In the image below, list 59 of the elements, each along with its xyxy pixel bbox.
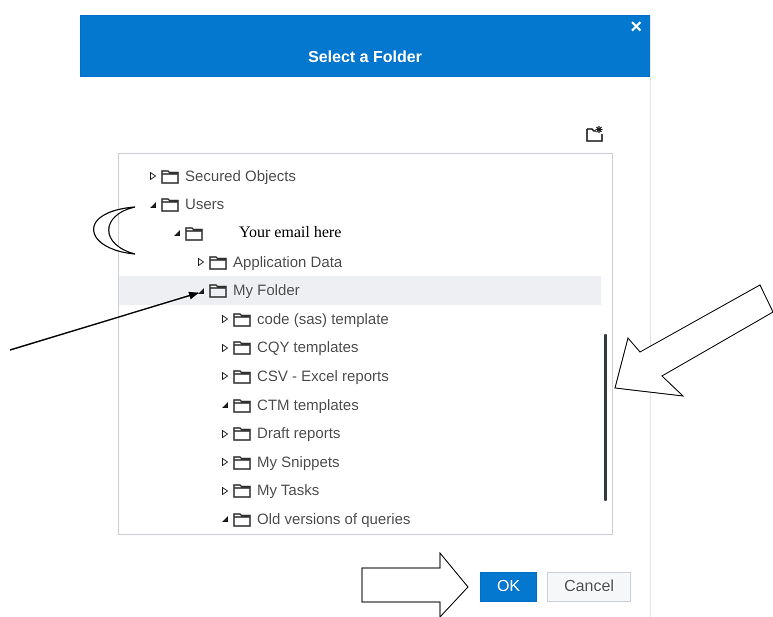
collapsed-triangle-icon[interactable] <box>197 258 205 266</box>
folder-name: CSV - Excel reports <box>257 368 389 385</box>
tree-row[interactable]: CTM templates <box>119 390 601 420</box>
tree-row[interactable]: CQY templates <box>119 334 601 362</box>
expanded-triangle-icon[interactable] <box>221 401 229 410</box>
tree-row[interactable]: code (sas) template <box>119 304 601 334</box>
tree-row[interactable]: My Tasks <box>119 476 601 506</box>
folder-name: My Tasks <box>257 482 320 500</box>
collapsed-triangle-icon[interactable] <box>221 430 229 438</box>
folder-icon <box>233 398 251 413</box>
ok-button[interactable]: OK <box>480 572 537 602</box>
expanded-triangle-icon[interactable] <box>173 229 181 238</box>
folder-icon <box>233 483 251 498</box>
dialog-title: Select a Folder <box>308 49 422 67</box>
folder-icon <box>209 283 227 298</box>
folder-name: code (sas) template <box>257 310 389 328</box>
crescent-drawing <box>93 206 136 255</box>
new-folder-icon[interactable] <box>586 125 604 143</box>
folder-icon <box>161 168 179 184</box>
folder-icon <box>233 340 251 356</box>
collapsed-triangle-icon[interactable] <box>221 315 229 324</box>
scrollbar[interactable] <box>604 334 607 501</box>
collapsed-triangle-icon[interactable] <box>149 172 157 180</box>
folder-icon <box>233 454 251 470</box>
tree-row[interactable]: Application Data <box>119 248 601 276</box>
folder-icon <box>233 426 251 442</box>
cancel-button[interactable]: Cancel <box>547 572 631 602</box>
tree-row[interactable]: My Snippets <box>119 448 601 477</box>
expanded-triangle-icon[interactable] <box>221 515 229 524</box>
close-button[interactable]: × <box>630 17 642 37</box>
folder-name: My Snippets <box>257 454 340 471</box>
folder-icon <box>185 226 203 241</box>
folder-icon <box>161 197 179 212</box>
tree-row[interactable]: CSV - Excel reports <box>119 362 601 391</box>
folder-icon <box>233 312 251 327</box>
folder-name: Your email here <box>239 224 342 242</box>
folder-name: Secured Objects <box>185 168 296 185</box>
tree-row[interactable]: Old versions of queries <box>119 505 601 534</box>
expanded-triangle-icon[interactable] <box>197 286 205 295</box>
collapsed-triangle-icon[interactable] <box>221 458 229 466</box>
tree-row[interactable]: My Folder <box>119 276 601 305</box>
tree-row[interactable]: Secured Objects <box>119 162 601 191</box>
folder-name: Application Data <box>233 254 342 271</box>
tree-row[interactable]: Your email here <box>119 219 601 248</box>
collapsed-triangle-icon[interactable] <box>221 344 229 352</box>
folder-name: Old versions of queries <box>257 510 410 528</box>
folder-name: CTM templates <box>257 396 359 414</box>
collapsed-triangle-icon[interactable] <box>221 372 229 380</box>
collapsed-triangle-icon[interactable] <box>221 486 229 495</box>
folder-name: Users <box>185 196 224 214</box>
folder-icon <box>233 512 251 527</box>
tree-row[interactable]: Draft reports <box>119 419 601 448</box>
folder-icon <box>233 368 251 384</box>
folder-name: CQY templates <box>257 339 358 356</box>
tree-row[interactable]: Users <box>119 190 601 220</box>
expanded-triangle-icon[interactable] <box>149 200 157 209</box>
folder-name: Draft reports <box>257 425 340 442</box>
folder-name: My Folder <box>233 282 300 300</box>
folder-icon <box>209 254 227 270</box>
